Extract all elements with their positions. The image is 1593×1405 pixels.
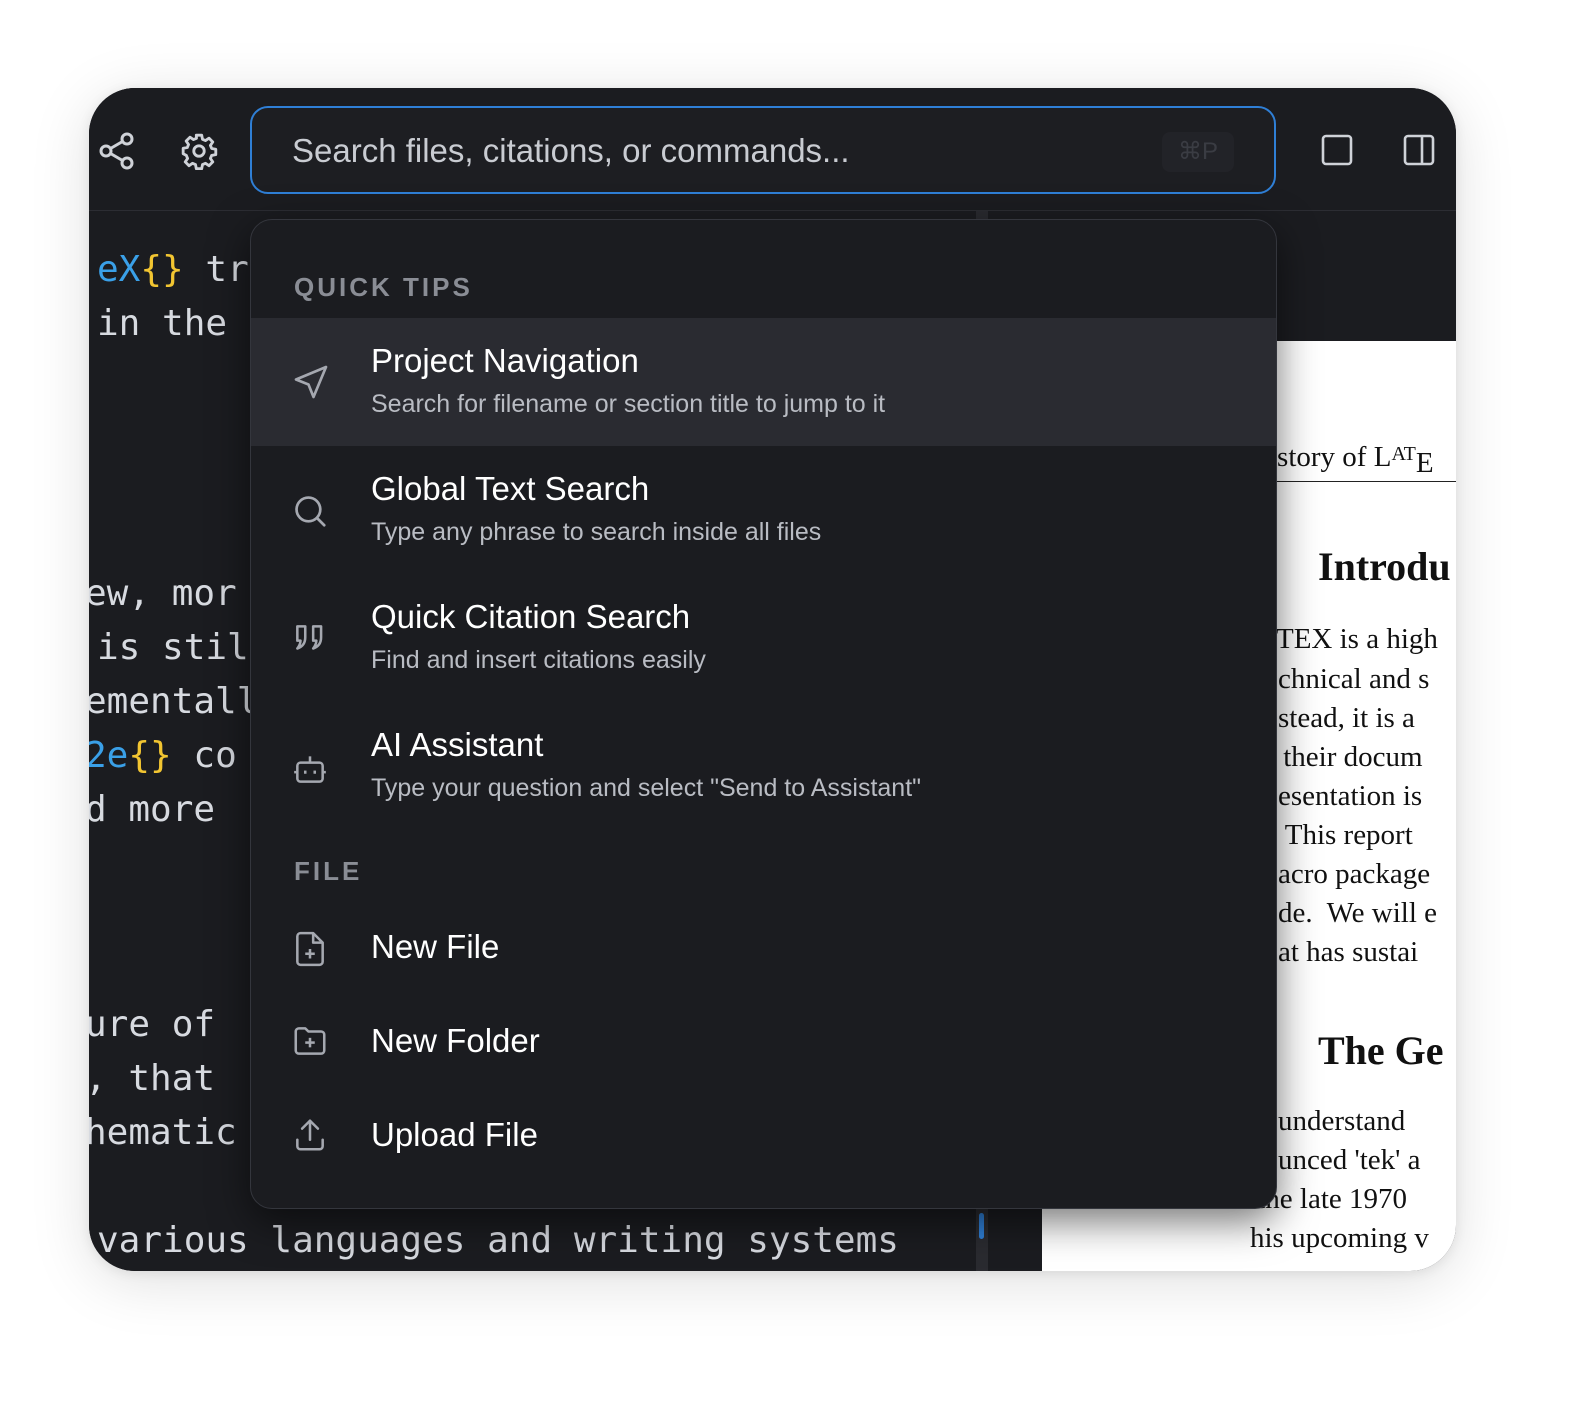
body-line: understand (1278, 1105, 1406, 1137)
share-icon[interactable] (99, 132, 135, 170)
new-file-icon (291, 930, 329, 968)
code-line: , that (89, 1058, 216, 1099)
body-line: at has sustai (1278, 936, 1419, 968)
quote-icon (291, 620, 329, 658)
body-line: acro package (1278, 858, 1431, 890)
page-header: istory of LATE (1269, 441, 1434, 479)
code-line: ure of (89, 1004, 216, 1045)
new-folder-icon (291, 1022, 329, 1060)
search-icon (291, 492, 329, 530)
code-line: 2e{} co (89, 735, 237, 776)
shortcut-badge: ⌘P (1162, 132, 1234, 172)
navigation-arrow-icon (291, 362, 331, 402)
code-line: is stil (97, 627, 249, 668)
command-palette: QUICK TIPS Project Navigation Search for… (250, 219, 1277, 1209)
item-title: Project Navigation (371, 342, 639, 379)
item-subtitle: Find and insert citations easily (371, 646, 706, 674)
code-line: ementall (89, 681, 259, 722)
item-title: New Folder (371, 1022, 540, 1059)
body-line: his upcoming v (1250, 1222, 1429, 1254)
body-line: their docum (1276, 741, 1423, 773)
item-subtitle: Type any phrase to search inside all fil… (371, 518, 822, 546)
code-line: hematic (89, 1112, 237, 1153)
section-label-file: FILE (294, 856, 363, 886)
section-label-quick-tips: QUICK TIPS (294, 272, 473, 302)
body-line: de. We will e (1278, 897, 1438, 929)
body-line: chnical and s (1278, 663, 1430, 695)
toolbar: ⌘P (89, 88, 1456, 211)
robot-icon (291, 750, 329, 788)
item-title: Global Text Search (371, 470, 650, 507)
code-line: in the (97, 303, 228, 344)
action-new-file[interactable]: New File (251, 902, 1276, 996)
body-line: unced 'tek' a (1278, 1144, 1421, 1176)
body-line: TEX is a high (1276, 623, 1438, 655)
item-title: New File (371, 928, 500, 965)
section-heading: The Ge (1318, 1028, 1444, 1073)
action-upload-file[interactable]: Upload File (251, 1090, 1276, 1184)
item-title: Upload File (371, 1116, 538, 1153)
body-line: stead, it is a (1278, 702, 1415, 734)
code-line: ew, mor (89, 573, 237, 614)
item-subtitle: Type your question and select "Send to A… (371, 774, 922, 802)
tip-quick-citation-search[interactable]: Quick Citation Search Find and insert ci… (251, 574, 1276, 702)
body-line: This report (1278, 819, 1413, 851)
tip-global-text-search[interactable]: Global Text Search Type any phrase to se… (251, 446, 1276, 574)
tip-ai-assistant[interactable]: AI Assistant Type your question and sele… (251, 702, 1276, 830)
item-subtitle: Search for filename or section title to … (371, 390, 886, 418)
code-line: d more (89, 789, 216, 830)
code-line: various languages and writing systems (97, 1220, 899, 1261)
tip-project-navigation[interactable]: Project Navigation Search for filename o… (251, 318, 1276, 446)
square-icon[interactable] (1321, 134, 1353, 166)
scrollbar-thumb[interactable] (979, 1213, 984, 1239)
body-line: esentation is (1278, 780, 1423, 812)
search-input[interactable] (290, 108, 1154, 194)
app-window: ⌘P eX{} tr in the ew, mor is stil ementa… (89, 88, 1456, 1271)
header-rule (1269, 481, 1456, 482)
command-search-box[interactable]: ⌘P (250, 106, 1276, 194)
item-title: Quick Citation Search (371, 598, 691, 635)
gear-icon[interactable] (180, 132, 218, 170)
section-heading: Introdu (1318, 544, 1451, 589)
item-title: AI Assistant (371, 726, 544, 763)
code-line: eX{} tr (97, 249, 249, 290)
upload-icon (291, 1116, 329, 1154)
action-new-folder[interactable]: New Folder (251, 996, 1276, 1090)
split-view-icon[interactable] (1403, 134, 1435, 166)
